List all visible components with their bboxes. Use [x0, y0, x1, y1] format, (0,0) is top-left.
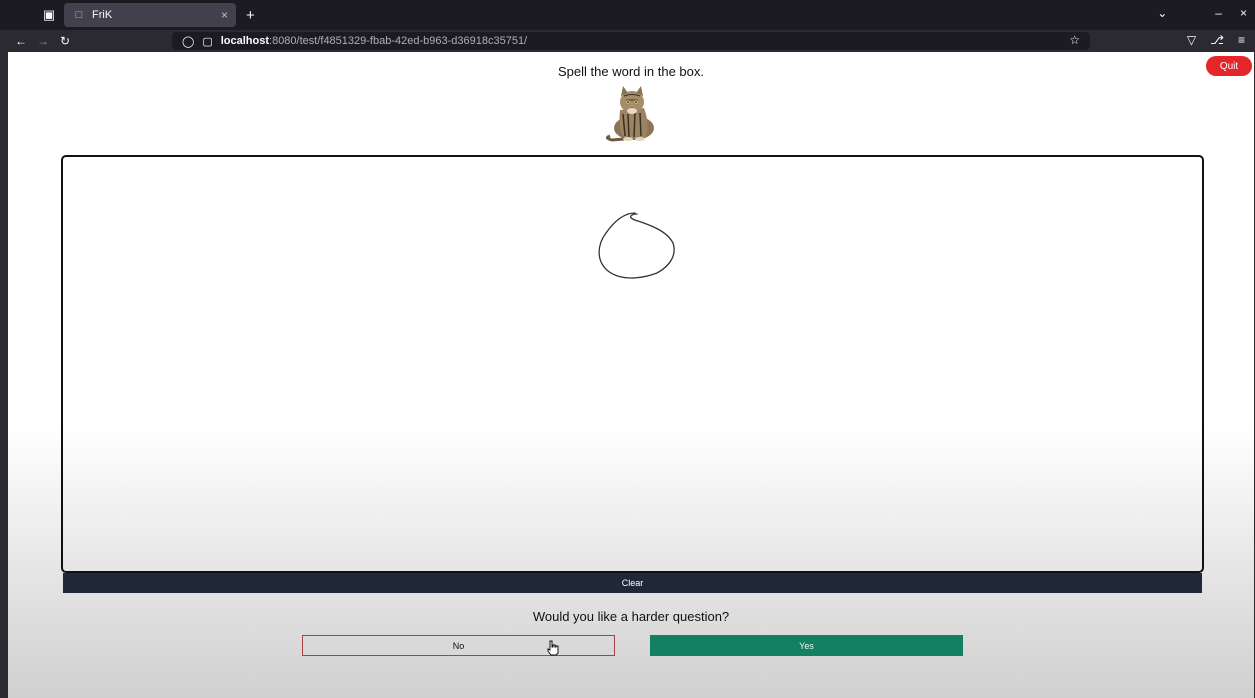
hand-pointer-icon [547, 640, 559, 656]
harder-question-text: Would you like a harder question? [532, 609, 730, 624]
new-tab-button[interactable]: + [246, 7, 255, 24]
arrow-left-icon[interactable]: ← [10, 34, 32, 48]
tab-title: FriK [92, 9, 113, 21]
prompt-text: Spell the word in the box. [558, 64, 704, 79]
star-icon[interactable]: ☆ [1069, 33, 1080, 47]
list-all-tabs-icon[interactable]: ⌄ [1157, 6, 1167, 20]
reload-icon[interactable]: ↻ [54, 34, 76, 48]
browser-tab-bar: ▣ □ FriK × + ⌄ – × [0, 0, 1255, 30]
menu-icon[interactable]: ≡ [1238, 33, 1245, 47]
extensions-icon[interactable]: ⎇ [1210, 33, 1224, 47]
minimize-icon[interactable]: – [1215, 6, 1222, 20]
arrow-right-icon[interactable]: → [32, 34, 54, 48]
drawing-canvas[interactable] [61, 155, 1204, 573]
browser-tab[interactable]: □ FriK × [64, 3, 236, 27]
url-path: :8080/test/f4851329-fbab-42ed-b963-d3691… [269, 35, 528, 47]
shield-icon[interactable]: ◯ [182, 35, 194, 48]
window-controls: ⌄ – × [1157, 6, 1247, 20]
toolbar-right: ▽ ⎇ ≡ [1187, 33, 1245, 47]
browser-nav-bar: ← → ↻ ◯ ▢ localhost:8080/test/f4851329-f… [0, 30, 1255, 52]
url-text: localhost:8080/test/f4851329-fbab-42ed-b… [221, 35, 527, 47]
close-window-icon[interactable]: × [1240, 6, 1247, 20]
pocket-icon[interactable]: ▽ [1187, 33, 1196, 47]
page-icon[interactable]: ▢ [202, 35, 212, 48]
close-tab-icon[interactable]: × [221, 8, 228, 22]
no-button[interactable]: No [302, 635, 615, 656]
page-favicon-icon: □ [75, 9, 83, 21]
url-bar[interactable]: ◯ ▢ localhost:8080/test/f4851329-fbab-42… [172, 32, 1090, 50]
page-viewport: Quit Spell the word in the box. Clear Wo… [8, 52, 1254, 698]
yes-button[interactable]: Yes [650, 635, 963, 656]
drawn-stroke [598, 212, 675, 279]
tab-list-icon[interactable]: ▣ [34, 0, 64, 30]
cat-image [605, 86, 654, 142]
url-host: localhost [220, 35, 270, 47]
clear-button[interactable]: Clear [63, 573, 1202, 593]
